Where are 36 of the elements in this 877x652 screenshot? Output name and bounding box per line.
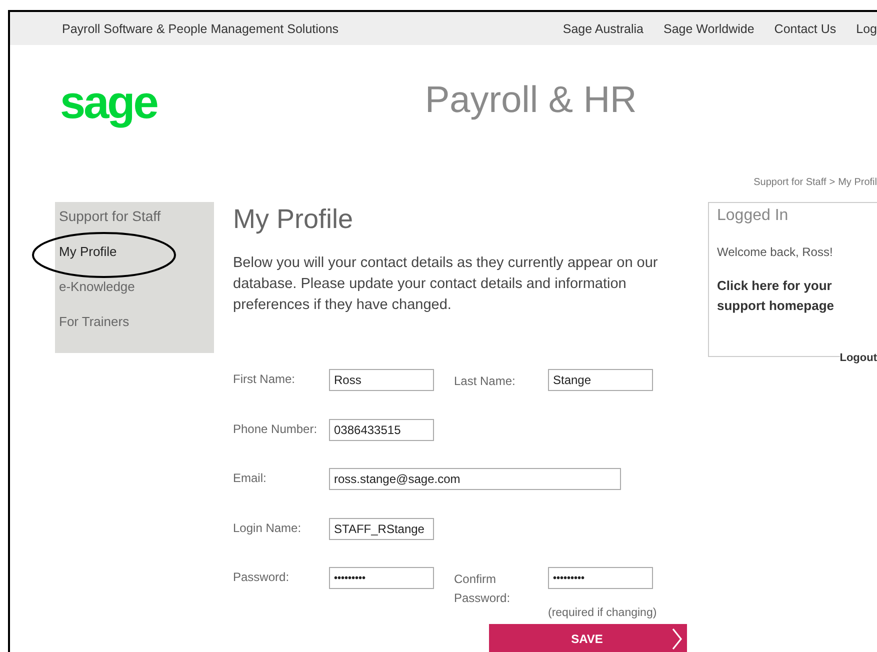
field-label: Last Name: — [454, 373, 516, 390]
field-label: Password: — [233, 569, 290, 584]
site-title: Payroll & HR — [425, 78, 637, 120]
input-field[interactable]: Ross — [329, 369, 434, 391]
field-label: First Name: — [233, 371, 296, 386]
field-label: Phone Number: — [233, 420, 318, 436]
input-field[interactable]: STAFF_RStange — [329, 518, 434, 540]
save-button[interactable]: SAVE — [489, 624, 687, 652]
input-field[interactable]: 0386433515 — [329, 418, 434, 440]
sidebar-item[interactable]: For Trainers — [59, 314, 130, 329]
field-label: Confirm Password: — [454, 571, 512, 607]
nav-link[interactable]: Sage Worldwide — [664, 22, 754, 36]
field-label: Login Name: — [233, 520, 302, 534]
input-field[interactable]: Stange — [548, 369, 653, 391]
breadcrumb-separator: > — [829, 177, 836, 188]
sidebar-item[interactable]: My Profile — [59, 244, 117, 259]
chevron-right-icon — [671, 628, 683, 650]
breadcrumb-link[interactable]: Support for Staff — [754, 177, 826, 188]
page-heading: My Profile — [233, 204, 354, 235]
input-field[interactable]: ross.stange@sage.com — [329, 468, 621, 490]
welcome-text: Welcome back, Ross! — [717, 245, 833, 259]
field-label: Email: — [233, 470, 268, 485]
panel-title: Logged In — [717, 207, 788, 225]
tagline: Payroll Software & People Management Solutions — [62, 22, 339, 36]
intro-text: Below you will your contact details as they currently appear on our database. Please update your contact details and information preferences if they have changed. — [233, 254, 659, 315]
nav-link[interactable]: Contact Us — [774, 22, 836, 36]
nav-link[interactable]: Sage Australia — [562, 22, 644, 36]
sidebar-heading[interactable]: Support for Staff — [59, 208, 214, 224]
input-field[interactable]: ••••••••• — [548, 567, 653, 589]
nav-link[interactable]: Log — [856, 22, 877, 36]
breadcrumb-link[interactable]: My Profil — [838, 177, 877, 188]
input-field[interactable]: ••••••••• — [329, 567, 434, 589]
sidebar-item[interactable]: e-Knowledge — [59, 279, 135, 294]
homepage-link[interactable]: Click here for your support homepage — [717, 276, 847, 316]
hint-text: (required if changing) — [548, 606, 657, 618]
logout-link[interactable]: Logout — [840, 352, 877, 364]
